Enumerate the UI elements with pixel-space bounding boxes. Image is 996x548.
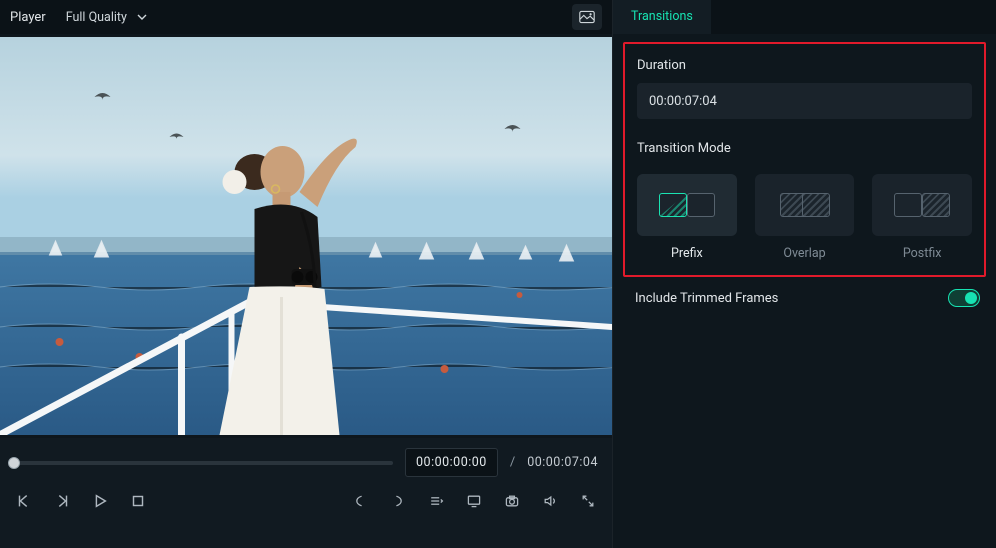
mode-postfix[interactable]: Postfix bbox=[872, 174, 972, 261]
fullscreen-icon[interactable] bbox=[578, 491, 598, 511]
mode-postfix-label: Postfix bbox=[903, 246, 942, 261]
mode-overlap[interactable]: Overlap bbox=[755, 174, 855, 261]
duration-label: Duration bbox=[637, 58, 972, 73]
play-button[interactable] bbox=[90, 491, 110, 511]
trimmed-frames-label: Include Trimmed Frames bbox=[635, 291, 778, 306]
snapshot-icon[interactable] bbox=[502, 491, 522, 511]
stop-button[interactable] bbox=[128, 491, 148, 511]
mark-in-icon[interactable] bbox=[350, 491, 370, 511]
player-panel: Player Full Quality bbox=[0, 0, 613, 548]
scrubber-handle[interactable] bbox=[8, 457, 20, 469]
video-preview-frame bbox=[0, 37, 612, 435]
video-viewport[interactable] bbox=[0, 34, 612, 438]
total-time: 00:00:07:04 bbox=[527, 455, 598, 470]
tabs: Transitions bbox=[613, 0, 996, 34]
next-frame-button[interactable] bbox=[52, 491, 72, 511]
tab-label: Transitions bbox=[631, 9, 693, 24]
player-header: Player Full Quality bbox=[0, 0, 612, 34]
duration-input[interactable] bbox=[637, 83, 972, 119]
side-panel: Transitions Duration Transition Mode Pre… bbox=[613, 0, 996, 548]
scrubber[interactable] bbox=[14, 461, 393, 465]
transport-bar: 00:00:00:00 / 00:00:07:04 bbox=[0, 438, 612, 548]
toggle-knob bbox=[965, 292, 977, 304]
screen-icon[interactable] bbox=[464, 491, 484, 511]
controls-row bbox=[14, 491, 598, 511]
image-preview-icon[interactable] bbox=[572, 4, 602, 30]
highlight-annotation: Duration Transition Mode Prefix Overlap … bbox=[623, 42, 986, 277]
quality-select[interactable]: Full Quality bbox=[58, 6, 155, 29]
modes-row: Prefix Overlap Postfix bbox=[637, 174, 972, 261]
quality-value: Full Quality bbox=[66, 10, 127, 25]
trimmed-frames-toggle[interactable] bbox=[948, 289, 980, 307]
mode-overlap-label: Overlap bbox=[783, 246, 825, 261]
prev-frame-button[interactable] bbox=[14, 491, 34, 511]
tab-transitions[interactable]: Transitions bbox=[613, 0, 711, 34]
list-icon[interactable] bbox=[426, 491, 446, 511]
player-title: Player bbox=[10, 10, 46, 25]
mark-out-icon[interactable] bbox=[388, 491, 408, 511]
current-time[interactable]: 00:00:00:00 bbox=[405, 448, 498, 477]
volume-icon[interactable] bbox=[540, 491, 560, 511]
mode-prefix[interactable]: Prefix bbox=[637, 174, 737, 261]
trimmed-frames-row: Include Trimmed Frames bbox=[613, 287, 996, 307]
mode-prefix-label: Prefix bbox=[671, 246, 703, 261]
transition-mode-label: Transition Mode bbox=[637, 141, 972, 156]
time-separator: / bbox=[510, 455, 515, 470]
chevron-down-icon bbox=[137, 12, 147, 22]
